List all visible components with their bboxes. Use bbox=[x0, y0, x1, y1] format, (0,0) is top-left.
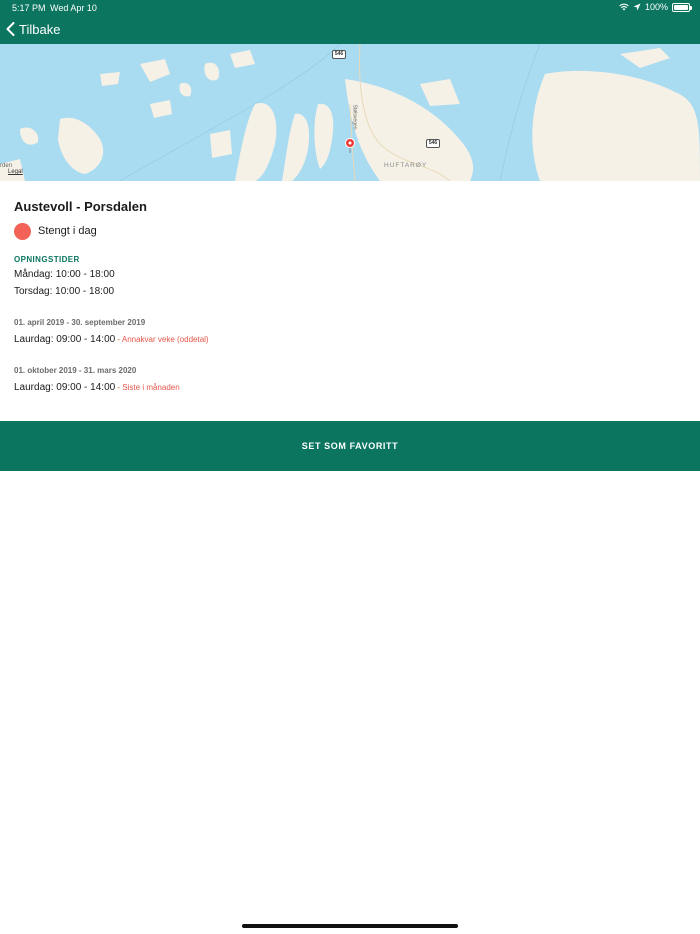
status-bar: 5:17 PM Wed Apr 10 100% bbox=[0, 0, 700, 16]
status-date: Wed Apr 10 bbox=[50, 3, 97, 13]
place-title: Austevoll - Porsdalen bbox=[14, 199, 147, 214]
map-view[interactable]: 546 546 Stølsvegen HUFTARØY rden Legal bbox=[0, 44, 700, 181]
period-note: - Annakvar veke (oddetal) bbox=[115, 335, 209, 344]
battery-percentage: 100% bbox=[644, 2, 668, 12]
period-note: - Siste i månaden bbox=[115, 383, 180, 392]
back-label: Tilbake bbox=[19, 21, 61, 37]
map-place-label: HUFTARØY bbox=[384, 162, 428, 169]
back-button[interactable]: Tilbake bbox=[6, 18, 60, 40]
period-title: 01. oktober 2019 - 31. mars 2020 bbox=[14, 366, 137, 375]
location-arrow-icon bbox=[633, 3, 641, 11]
chevron-left-icon bbox=[6, 22, 15, 36]
map-pin-icon[interactable] bbox=[344, 138, 356, 154]
map-road-label: Stølsvegen bbox=[351, 104, 358, 130]
period-hours: Laurdag: 09:00 - 14:00 - Siste i månaden bbox=[14, 382, 686, 396]
battery-fill bbox=[674, 4, 688, 10]
home-indicator[interactable] bbox=[242, 924, 458, 928]
opening-hours-line: Torsdag: 10:00 - 18:00 bbox=[14, 285, 115, 297]
road-shield-546: 546 bbox=[426, 139, 440, 148]
wifi-icon bbox=[619, 3, 629, 11]
battery-icon bbox=[672, 2, 692, 12]
set-favorite-button[interactable]: SET SOM FAVORITT bbox=[0, 421, 700, 471]
period-hours: Laurdag: 09:00 - 14:00 - Annakvar veke (… bbox=[14, 334, 686, 348]
map-legal-link[interactable]: Legal bbox=[8, 169, 23, 175]
map-canvas bbox=[0, 44, 700, 181]
period-hours-text: Laurdag: 09:00 - 14:00 bbox=[14, 382, 116, 393]
opening-hours-line: Måndag: 10:00 - 18:00 bbox=[14, 269, 115, 280]
top-bar: 5:17 PM Wed Apr 10 100% Tilbake bbox=[0, 0, 700, 44]
status-time: 5:17 PM bbox=[12, 3, 46, 13]
period-hours-text: Laurdag: 09:00 - 14:00 bbox=[14, 334, 116, 345]
status-indicators: 100% bbox=[619, 2, 692, 12]
open-status: Stengt i dag bbox=[14, 222, 686, 240]
status-indicator-dot bbox=[14, 222, 31, 240]
status-text: Stengt i dag bbox=[38, 225, 97, 237]
road-shield-546: 546 bbox=[332, 50, 346, 59]
location-details: Austevoll - Porsdalen Stengt i dag OPNIN… bbox=[14, 199, 686, 396]
opening-hours-heading: OPNINGSTIDER bbox=[14, 255, 80, 264]
period-title: 01. april 2019 - 30. september 2019 bbox=[14, 318, 146, 327]
